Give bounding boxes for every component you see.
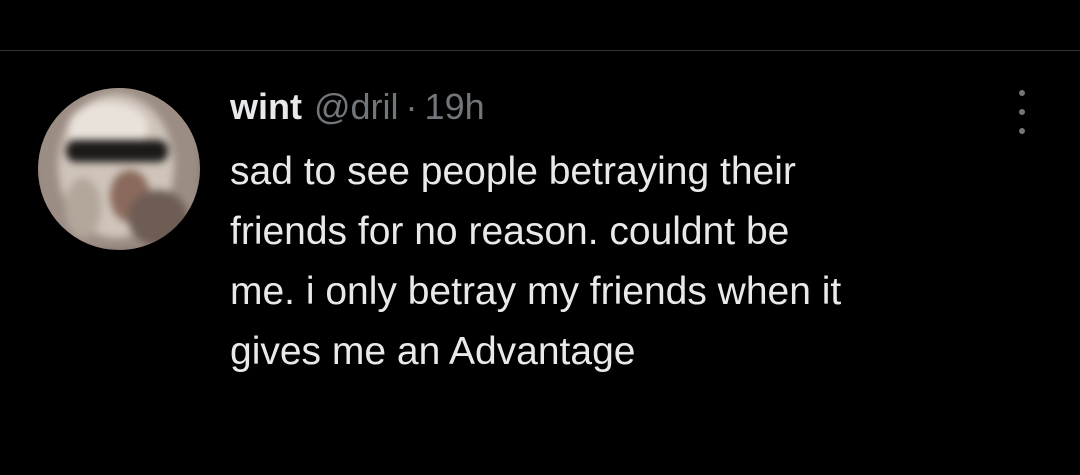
tweet-text: sad to see people betraying their friend… <box>230 142 1020 382</box>
timestamp[interactable]: 19h <box>425 86 485 128</box>
avatar[interactable] <box>38 88 200 250</box>
top-divider <box>0 50 1080 51</box>
tweet-text-line: gives me an Advantage <box>230 330 636 373</box>
avatar-image <box>38 88 200 250</box>
meta-separator: · <box>405 86 418 127</box>
tweet-text-line: friends for no reason. couldnt be <box>230 210 790 253</box>
tweet-text-line: sad to see people betraying their <box>230 150 796 193</box>
more-dot <box>1019 128 1025 134</box>
tweet-text-line: me. i only betray my friends when it <box>230 270 842 313</box>
user-handle[interactable]: @dril <box>314 86 399 128</box>
tweet-body: wint @dril · 19h sad to see people betra… <box>230 86 1020 382</box>
more-dot <box>1019 109 1025 115</box>
display-name[interactable]: wint <box>230 86 302 128</box>
tweet-header: wint @dril · 19h <box>230 86 1020 138</box>
more-options-icon[interactable] <box>1008 90 1036 134</box>
more-dot <box>1019 90 1025 96</box>
